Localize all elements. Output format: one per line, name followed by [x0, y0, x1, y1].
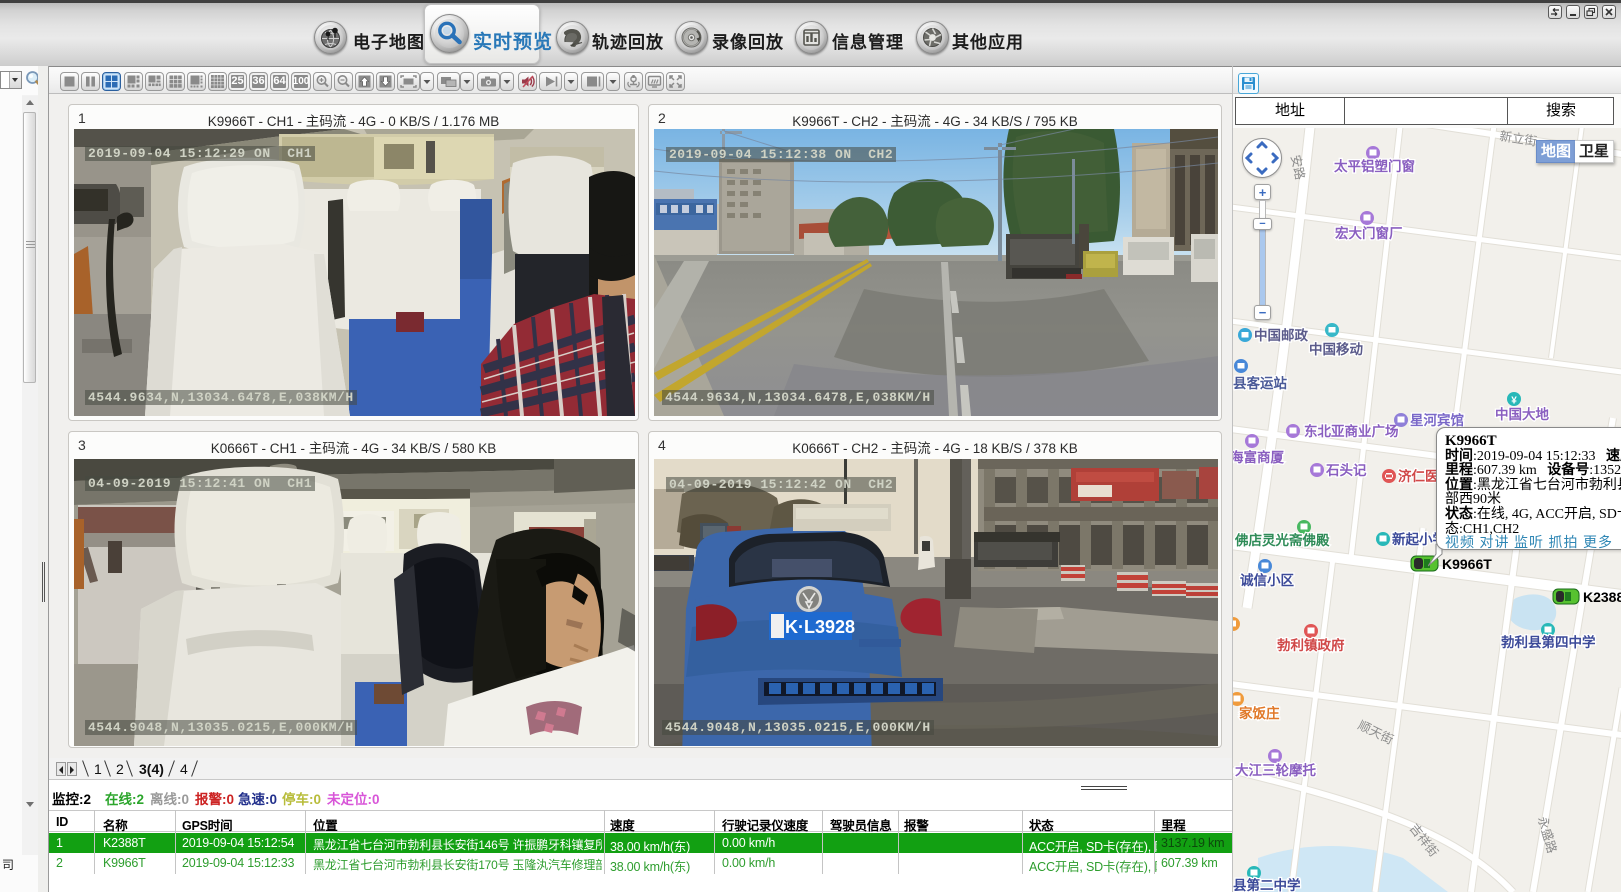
- svg-text:勃利镇政府: 勃利镇政府: [1277, 637, 1345, 653]
- svg-text:中国移动: 中国移动: [1309, 341, 1363, 357]
- svg-text:海富商厦: 海富商厦: [1233, 449, 1284, 465]
- svg-text:县第二中学: 县第二中学: [1233, 877, 1301, 892]
- svg-text:K2388T: K2388T: [1583, 589, 1621, 605]
- svg-text:东北亚商业广场: 东北亚商业广场: [1304, 423, 1399, 439]
- svg-text:诚信小区: 诚信小区: [1240, 572, 1294, 588]
- svg-text:济仁医: 济仁医: [1398, 468, 1439, 484]
- svg-text:宏大门窗厂: 宏大门窗厂: [1335, 225, 1403, 241]
- svg-text:石头记: 石头记: [1325, 462, 1367, 478]
- svg-text:中国大地: 中国大地: [1495, 406, 1549, 422]
- svg-text:太平铝塑门窗: 太平铝塑门窗: [1334, 158, 1415, 174]
- svg-text:K·L3928: K·L3928: [785, 617, 855, 637]
- svg-text:佛店灵光斋佛殿: 佛店灵光斋佛殿: [1234, 532, 1330, 548]
- svg-text:勃利县第四中学: 勃利县第四中学: [1501, 634, 1596, 650]
- svg-text:县客运站: 县客运站: [1233, 375, 1287, 391]
- svg-text:星河宾馆: 星河宾馆: [1410, 412, 1464, 428]
- svg-text:大江三轮摩托: 大江三轮摩托: [1235, 762, 1316, 778]
- svg-text:中国邮政: 中国邮政: [1254, 327, 1308, 343]
- svg-text:¥: ¥: [1511, 396, 1517, 407]
- svg-text:家饭庄: 家饭庄: [1239, 705, 1280, 721]
